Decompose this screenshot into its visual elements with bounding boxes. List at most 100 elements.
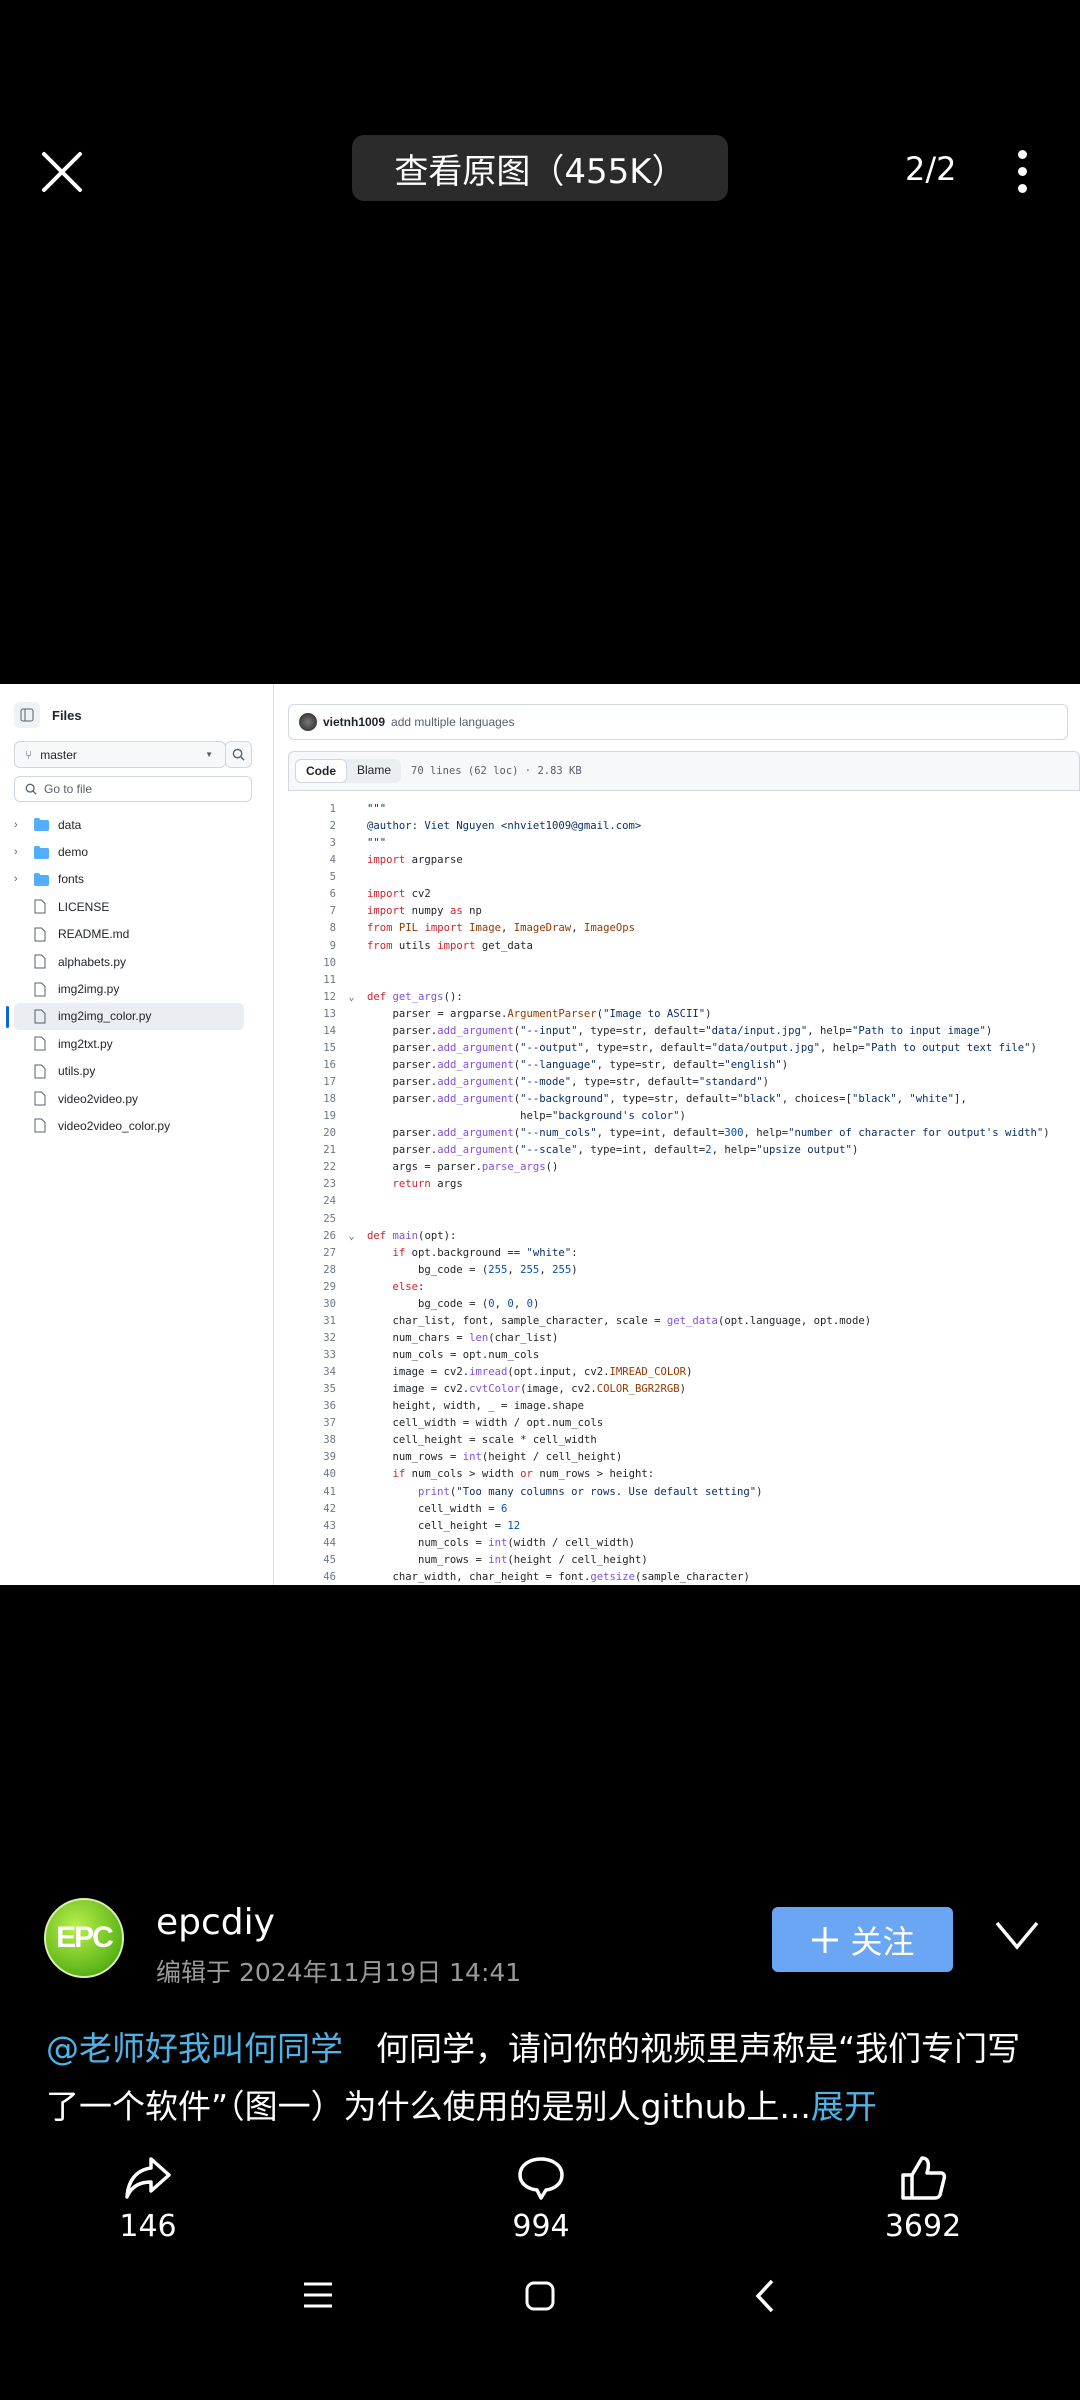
line-number[interactable]: 15	[288, 1040, 336, 1057]
line-number[interactable]: 3	[288, 835, 336, 852]
line-number[interactable]: 38	[288, 1432, 336, 1449]
line-number[interactable]: 30	[288, 1296, 336, 1313]
line-number[interactable]: 12	[288, 989, 336, 1006]
file-tree-item[interactable]: utils.py	[0, 1058, 274, 1085]
line-number[interactable]: 19	[288, 1108, 336, 1125]
line-number[interactable]: 40	[288, 1466, 336, 1483]
file-tree-item[interactable]: img2img_color.py	[6, 1002, 244, 1031]
line-number[interactable]: 17	[288, 1074, 336, 1091]
follow-button[interactable]: 关注	[772, 1907, 953, 1972]
line-number[interactable]: 13	[288, 1006, 336, 1023]
expand-link[interactable]: 展开	[811, 2087, 877, 2126]
search-button[interactable]	[225, 741, 252, 768]
line-number[interactable]: 35	[288, 1381, 336, 1398]
line-number[interactable]: 22	[288, 1159, 336, 1176]
line-number[interactable]: 1	[288, 801, 336, 818]
line-number[interactable]: 6	[288, 886, 336, 903]
line-number[interactable]: 29	[288, 1279, 336, 1296]
username[interactable]: epcdiy	[156, 1902, 275, 1943]
tab-code[interactable]: Code	[295, 759, 347, 783]
line-number[interactable]: 9	[288, 938, 336, 955]
file-tree-item[interactable]: video2video_color.py	[0, 1112, 274, 1139]
code-line: 43 cell_height = 12	[288, 1518, 1080, 1535]
branch-selector[interactable]: ⑂ master ▼	[14, 741, 226, 768]
file-icon	[34, 954, 50, 969]
file-tree-item[interactable]: img2txt.py	[0, 1030, 274, 1057]
line-number[interactable]: 31	[288, 1313, 336, 1330]
line-number[interactable]: 45	[288, 1552, 336, 1569]
like-button[interactable]: 3692	[843, 2155, 1003, 2244]
close-icon[interactable]	[40, 150, 84, 194]
line-number[interactable]: 25	[288, 1211, 336, 1228]
commit-message[interactable]: add multiple languages	[391, 715, 514, 729]
file-tree-item[interactable]: › fonts	[0, 866, 274, 893]
comment-icon	[518, 2157, 564, 2200]
fold-gutter	[336, 1484, 367, 1501]
line-number[interactable]: 32	[288, 1330, 336, 1347]
code-text: from PIL import Image, ImageDraw, ImageO…	[367, 922, 635, 935]
file-tree-item[interactable]: video2video.py	[0, 1085, 274, 1112]
latest-commit[interactable]: vietnh1009 add multiple languages	[288, 704, 1068, 740]
code-line: 13 parser = argparse.ArgumentParser("Ima…	[288, 1006, 1080, 1023]
line-number[interactable]: 23	[288, 1176, 336, 1193]
line-number[interactable]: 8	[288, 920, 336, 937]
tab-blame[interactable]: Blame	[347, 759, 401, 783]
line-number[interactable]: 39	[288, 1449, 336, 1466]
fold-gutter	[336, 818, 367, 835]
file-tree-item[interactable]: LICENSE	[0, 893, 274, 920]
fold-gutter	[336, 1330, 367, 1347]
file-tree-item-label: img2txt.py	[58, 1036, 113, 1051]
file-tree-item[interactable]: alphabets.py	[0, 948, 274, 975]
line-number[interactable]: 37	[288, 1415, 336, 1432]
line-number[interactable]: 34	[288, 1364, 336, 1381]
go-to-file-input[interactable]: Go to file	[14, 776, 252, 802]
code-line: 11	[288, 972, 1080, 989]
side-panel-icon[interactable]	[14, 702, 40, 728]
recent-apps-icon[interactable]	[302, 2280, 334, 2310]
line-number[interactable]: 33	[288, 1347, 336, 1364]
chevron-down-icon[interactable]	[995, 1920, 1039, 1950]
code-view[interactable]: 1 """ 2 @author: Viet Nguyen <nhviet1009@gm…	[288, 801, 1080, 1585]
line-number[interactable]: 42	[288, 1501, 336, 1518]
line-number[interactable]: 10	[288, 955, 336, 972]
fold-chevron-icon[interactable]: ⌄	[336, 989, 367, 1006]
fold-chevron-icon[interactable]: ⌄	[336, 1228, 367, 1245]
more-options-icon[interactable]	[1012, 150, 1032, 200]
follow-label: 关注	[850, 1922, 915, 1961]
commit-author[interactable]: vietnh1009	[323, 715, 385, 729]
file-tree-item[interactable]: img2img.py	[0, 975, 274, 1002]
line-number[interactable]: 14	[288, 1023, 336, 1040]
share-button[interactable]: 146	[68, 2155, 228, 2244]
line-number[interactable]: 36	[288, 1398, 336, 1415]
file-icon	[34, 1036, 50, 1051]
line-number[interactable]: 2	[288, 818, 336, 835]
line-number[interactable]: 11	[288, 972, 336, 989]
line-number[interactable]: 27	[288, 1245, 336, 1262]
line-number[interactable]: 20	[288, 1125, 336, 1142]
file-header: Code Blame 70 lines (62 loc) · 2.83 KB	[288, 751, 1080, 791]
line-number[interactable]: 24	[288, 1193, 336, 1210]
line-number[interactable]: 43	[288, 1518, 336, 1535]
line-number[interactable]: 26	[288, 1228, 336, 1245]
back-icon[interactable]	[754, 2278, 776, 2314]
line-number[interactable]: 18	[288, 1091, 336, 1108]
file-tree-item[interactable]: › data	[0, 811, 274, 838]
view-original-button[interactable]: 查看原图（455K）	[352, 135, 728, 201]
line-number[interactable]: 46	[288, 1569, 336, 1585]
line-number[interactable]: 44	[288, 1535, 336, 1552]
home-icon[interactable]	[524, 2280, 556, 2312]
line-number[interactable]: 16	[288, 1057, 336, 1074]
line-number[interactable]: 4	[288, 852, 336, 869]
fold-gutter	[336, 903, 367, 920]
user-avatar[interactable]: EPC	[44, 1898, 124, 1978]
line-number[interactable]: 7	[288, 903, 336, 920]
line-number[interactable]: 28	[288, 1262, 336, 1279]
file-tree-item[interactable]: README.md	[0, 921, 274, 948]
line-number[interactable]: 5	[288, 869, 336, 886]
github-screenshot[interactable]: Files ⑂ master ▼ Go to file › data › demo › f…	[0, 684, 1080, 1585]
line-number[interactable]: 41	[288, 1484, 336, 1501]
mention-link[interactable]: @老师好我叫何同学	[46, 2029, 343, 2068]
line-number[interactable]: 21	[288, 1142, 336, 1159]
file-tree-item[interactable]: › demo	[0, 838, 274, 865]
comment-button[interactable]: 994	[461, 2155, 621, 2244]
